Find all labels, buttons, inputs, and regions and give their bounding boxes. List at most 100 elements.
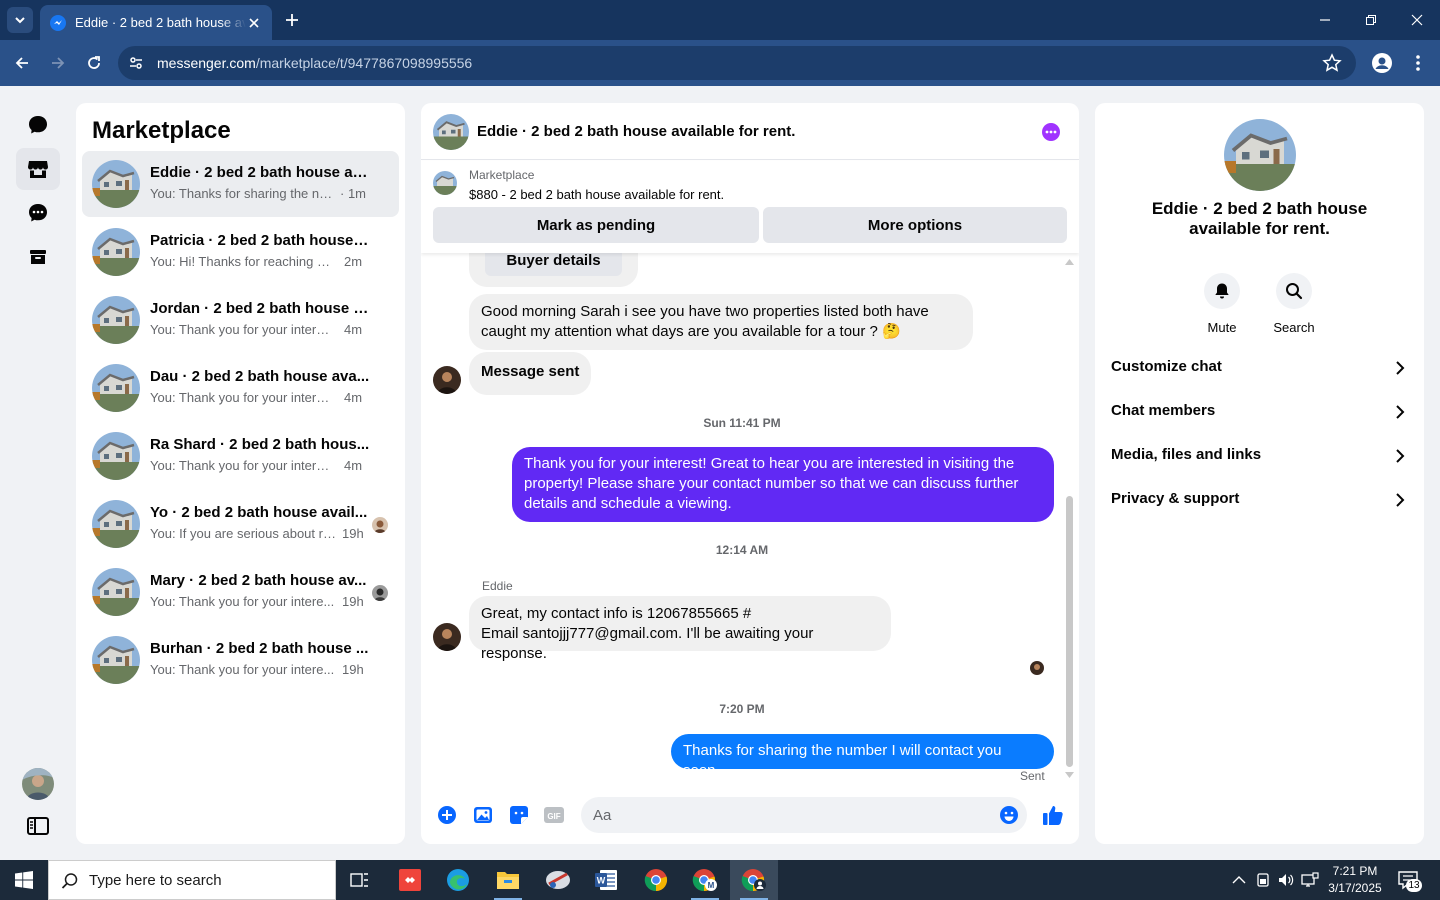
scroll-thumb[interactable] bbox=[1066, 496, 1073, 767]
mute-label: Mute bbox=[1207, 320, 1237, 335]
conversation-name: Mary · 2 bed 2 bath house av... bbox=[150, 572, 367, 589]
rail-chats-button[interactable] bbox=[16, 104, 60, 146]
chat-avatar[interactable] bbox=[433, 114, 469, 150]
gif-button[interactable]: GIF bbox=[543, 804, 565, 826]
taskbar-clock[interactable]: 7:21 PM 3/17/2025 bbox=[1322, 863, 1388, 897]
taskbar-app-file-explorer[interactable] bbox=[484, 860, 532, 900]
mark-as-pending-button[interactable]: Mark as pending bbox=[433, 207, 759, 243]
browser-menu-button[interactable] bbox=[1408, 50, 1428, 76]
close-tab-icon[interactable] bbox=[246, 15, 262, 31]
message-input[interactable] bbox=[593, 797, 983, 833]
taskbar-app-chrome-active[interactable] bbox=[730, 860, 778, 900]
new-tab-button[interactable] bbox=[280, 8, 304, 32]
restore-button[interactable] bbox=[1356, 6, 1386, 34]
url-text: messenger.com/marketplace/t/947786709899… bbox=[157, 55, 472, 71]
bookmark-star-icon[interactable] bbox=[1322, 53, 1342, 73]
message-text: property! Please share your contact numb… bbox=[524, 475, 1019, 492]
conversation-info-panel: Eddie · 2 bed 2 bath house available for… bbox=[1095, 103, 1424, 844]
search-action[interactable]: Search bbox=[1264, 273, 1324, 335]
media-files-links-row[interactable]: Media, files and links bbox=[1111, 437, 1408, 477]
rail-archive-button[interactable] bbox=[16, 236, 60, 278]
attach-image-button[interactable] bbox=[472, 804, 494, 826]
site-info-icon[interactable] bbox=[126, 53, 146, 73]
scroll-down-icon[interactable] bbox=[1065, 772, 1074, 778]
conversation-preview: You: Thank you for your interes... bbox=[150, 390, 336, 405]
conversation-item[interactable]: Jordan · 2 bed 2 bath house a... You: Th… bbox=[82, 287, 399, 353]
conversation-item[interactable]: Mary · 2 bed 2 bath house av... You: Tha… bbox=[82, 559, 399, 625]
tab-search-button[interactable] bbox=[7, 7, 33, 33]
thread-scrollbar[interactable] bbox=[1062, 253, 1076, 788]
chat-members-row[interactable]: Chat members bbox=[1111, 393, 1408, 433]
url-path: /marketplace/t/9477867098995556 bbox=[255, 55, 473, 71]
taskbar-search-box[interactable]: Type here to search bbox=[48, 860, 336, 900]
conversation-item[interactable]: Eddie · 2 bed 2 bath house av... You: Th… bbox=[82, 151, 399, 217]
mute-action[interactable]: Mute bbox=[1192, 273, 1252, 335]
taskbar-app-edge[interactable] bbox=[434, 860, 482, 900]
buyer-details-button[interactable]: Buyer details bbox=[485, 253, 622, 276]
tray-volume[interactable] bbox=[1277, 871, 1295, 889]
conversation-info-button[interactable] bbox=[1042, 123, 1060, 141]
rail-requests-button[interactable] bbox=[16, 192, 60, 234]
search-button[interactable] bbox=[1276, 273, 1312, 309]
forward-button[interactable] bbox=[44, 49, 72, 77]
rail-marketplace-button[interactable] bbox=[16, 148, 60, 190]
message-thread[interactable]: Buyer details Good morning Sarah i see y… bbox=[421, 253, 1079, 788]
volume-icon bbox=[1279, 874, 1294, 886]
sender-avatar[interactable] bbox=[433, 366, 461, 394]
sender-avatar[interactable] bbox=[433, 623, 461, 651]
incoming-message[interactable]: Message sent bbox=[469, 352, 592, 395]
chevron-down-icon bbox=[15, 17, 25, 24]
notification-badge: 13 bbox=[1406, 879, 1422, 892]
conversation-item[interactable]: Ra Shard · 2 bed 2 bath hous... You: Tha… bbox=[82, 423, 399, 489]
message-status: Sent bbox=[1020, 769, 1045, 783]
taskbar-app-snipping[interactable] bbox=[534, 860, 582, 900]
conversation-item[interactable]: Dau · 2 bed 2 bath house ava... You: Tha… bbox=[82, 355, 399, 421]
taskbar-app-chrome[interactable] bbox=[632, 860, 680, 900]
more-actions-button[interactable] bbox=[436, 804, 458, 826]
emoji-icon[interactable] bbox=[999, 805, 1019, 825]
outgoing-message[interactable]: Thank you for your interest! Great to he… bbox=[512, 447, 1054, 522]
conversation-item[interactable]: Burhan · 2 bed 2 bath house ... You: Tha… bbox=[82, 627, 399, 693]
conversation-item[interactable]: Yo · 2 bed 2 bath house avail... You: If… bbox=[82, 491, 399, 557]
start-button[interactable] bbox=[0, 860, 48, 900]
sticker-button[interactable] bbox=[508, 804, 530, 826]
send-like-button[interactable] bbox=[1040, 802, 1066, 828]
privacy-support-row[interactable]: Privacy & support bbox=[1111, 481, 1408, 521]
customize-chat-row[interactable]: Customize chat bbox=[1111, 349, 1408, 389]
show-hidden-icons[interactable] bbox=[1230, 871, 1248, 889]
sticker-icon bbox=[510, 806, 528, 824]
tray-network[interactable] bbox=[1301, 871, 1319, 889]
outgoing-message[interactable]: Thanks for sharing the number I will con… bbox=[671, 734, 1054, 779]
taskbar-app-chrome-profile[interactable]: M bbox=[681, 860, 729, 900]
taskbar-app-word[interactable]: W bbox=[582, 860, 630, 900]
chevron-up-icon bbox=[1232, 876, 1246, 884]
conversation-item[interactable]: Patricia · 2 bed 2 bath house ... You: H… bbox=[82, 219, 399, 285]
tray-meet-now[interactable] bbox=[1254, 871, 1272, 889]
minimize-button[interactable] bbox=[1310, 6, 1340, 34]
browser-tab-active[interactable]: Eddie · 2 bed 2 bath house available for… bbox=[40, 5, 272, 40]
chat-title[interactable]: Eddie · 2 bed 2 bath house available for… bbox=[477, 123, 795, 140]
timestamp: 7:20 PM bbox=[719, 702, 765, 716]
sidebar-toggle-icon[interactable] bbox=[26, 816, 50, 836]
incoming-message[interactable]: Great, my contact info is 12067855665 # … bbox=[469, 596, 891, 662]
user-avatar[interactable] bbox=[22, 768, 54, 800]
listing-description[interactable]: $880 - 2 bed 2 bath house available for … bbox=[469, 187, 724, 202]
profile-button[interactable] bbox=[1369, 50, 1395, 76]
listing-thumbnail[interactable] bbox=[433, 171, 457, 195]
close-window-button[interactable] bbox=[1402, 6, 1432, 34]
arrow-left-icon bbox=[15, 57, 28, 69]
back-button[interactable] bbox=[8, 49, 36, 77]
conversation-list-panel: Marketplace Eddie · 2 bed 2 bath house a… bbox=[76, 103, 405, 844]
scroll-up-icon[interactable] bbox=[1065, 259, 1074, 265]
incoming-message[interactable]: Good morning Sarah i see you have two pr… bbox=[469, 294, 973, 350]
more-options-button[interactable]: More options bbox=[763, 207, 1067, 243]
search-icon bbox=[1286, 283, 1303, 300]
row-label: Privacy & support bbox=[1111, 490, 1240, 507]
reload-button[interactable] bbox=[80, 49, 108, 77]
conversation-time: 4m bbox=[344, 322, 363, 337]
task-view-button[interactable] bbox=[336, 860, 384, 900]
address-bar[interactable]: messenger.com/marketplace/t/947786709899… bbox=[118, 46, 1356, 80]
taskbar-app-anydesk[interactable] bbox=[386, 860, 434, 900]
chevron-right-icon bbox=[1396, 405, 1405, 419]
mute-button[interactable] bbox=[1204, 273, 1240, 309]
